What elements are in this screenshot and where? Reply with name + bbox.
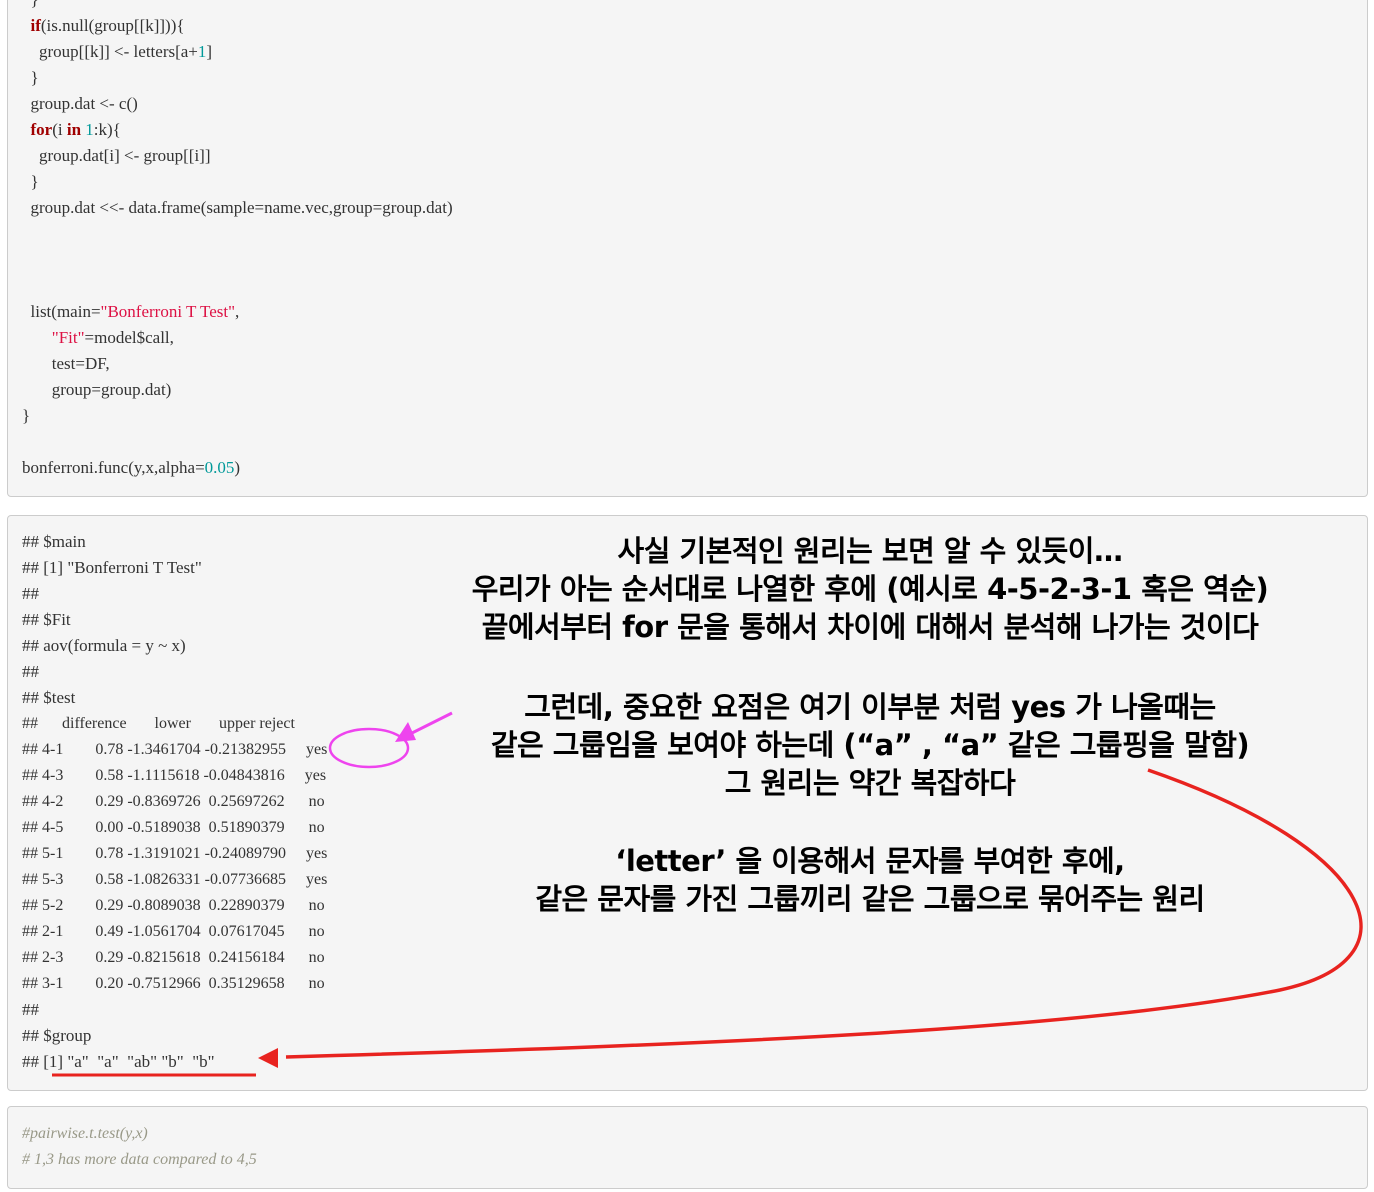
- code-text: ): [234, 458, 241, 477]
- code-line: if(is.null(group[[k]])){: [22, 16, 185, 36]
- code-line: "Fit"=model$call,: [22, 328, 174, 348]
- code-text: :k){: [93, 120, 121, 139]
- string-literal: "Fit": [51, 328, 85, 347]
- table-row: ## 4-1 0.78 -1.3461704 -0.21382955 yes: [22, 741, 328, 758]
- code-line: bonferroni.func(y,x,alpha=0.05): [22, 458, 240, 478]
- keyword: in: [66, 120, 82, 139]
- output-line: ##: [22, 1000, 39, 1019]
- code-text: bonferroni.func(y,x,alpha=: [22, 458, 205, 477]
- comment-line: # 1,3 has more data compared to 4,5: [22, 1151, 257, 1168]
- annotation-line: 사실 기본적인 원리는 보면 알 수 있듯이…: [617, 534, 1123, 568]
- number-literal: 1: [85, 120, 94, 139]
- output-line: ## aov(formula = y ~ x): [22, 636, 186, 655]
- keyword: if: [30, 16, 41, 35]
- output-line: ##: [22, 662, 39, 681]
- table-header: ## difference lower upper reject: [22, 715, 295, 732]
- code-line: }: [22, 68, 39, 87]
- output-line: ## [1] "Bonferroni T Test": [22, 558, 202, 577]
- annotation-line: 그 원리는 약간 복잡하다: [724, 766, 1016, 800]
- annotation-line: 끝에서부터 for 문을 통해서 차이에 대해서 분석해 나가는 것이다: [481, 610, 1259, 644]
- output-line: ## $group: [22, 1026, 92, 1045]
- code-line: for(i in 1:k){: [22, 120, 121, 140]
- code-line: }: [22, 406, 31, 425]
- code-line: group=group.dat): [22, 380, 172, 399]
- code-text: ,: [235, 302, 240, 321]
- code-line: list(main="Bonferroni T Test",: [22, 302, 240, 322]
- comment-line: #pairwise.t.test(y,x): [22, 1125, 148, 1142]
- code-line: group.dat <<- data.frame(sample=name.vec…: [22, 198, 453, 217]
- code-text: list(main=: [22, 302, 101, 321]
- annotation-paragraph-2: 그런데, 중요한 요점은 여기 이부분 처럼 yes 가 나올때는 같은 그룹임…: [380, 688, 1360, 802]
- table-row: ## 5-3 0.58 -1.0826331 -0.07736685 yes: [22, 871, 328, 888]
- code-line: group[[k]] <- letters[a+1]: [22, 42, 212, 62]
- annotation-line: 같은 그룹임을 보여야 하는데 (“a” , “a” 같은 그룹핑을 말함): [490, 728, 1250, 762]
- code-line: group.dat <- c(): [22, 94, 138, 113]
- code-text: =model$call,: [84, 328, 174, 347]
- table-row: ## 5-1 0.78 -1.3191021 -0.24089790 yes: [22, 845, 328, 862]
- group-result-line: ## [1] "a" "a" "ab" "b" "b": [22, 1052, 215, 1071]
- code-text: (i: [52, 120, 67, 139]
- code-text: group[[k]] <- letters[a+: [22, 42, 198, 61]
- code-block-1: [7, 0, 1368, 497]
- table-row: ## 4-2 0.29 -0.8369726 0.25697262 no: [22, 793, 325, 810]
- annotation-line: 같은 문자를 가진 그룹끼리 같은 그룹으로 묶어주는 원리: [535, 882, 1205, 916]
- table-row: ## 4-5 0.00 -0.5189038 0.51890379 no: [22, 819, 325, 836]
- code-text: ]: [206, 42, 213, 61]
- number-literal: 0.05: [204, 458, 235, 477]
- code-text: (is.null(group[[k]])){: [40, 16, 185, 35]
- annotation-paragraph-3: ‘letter’ 을 이용해서 문자를 부여한 후에, 같은 문자를 가진 그룹…: [380, 842, 1360, 918]
- output-line: ##: [22, 584, 39, 603]
- annotation-line: ‘letter’ 을 이용해서 문자를 부여한 후에,: [615, 844, 1125, 878]
- table-row: ## 4-3 0.58 -1.1115618 -0.04843816 yes: [22, 767, 327, 784]
- output-line: ## $Fit: [22, 610, 71, 629]
- table-row: ## 3-1 0.20 -0.7512966 0.35129658 no: [22, 975, 325, 992]
- string-literal: "Bonferroni T Test": [100, 302, 236, 321]
- table-row: ## 5-2 0.29 -0.8089038 0.22890379 no: [22, 897, 325, 914]
- code-line: test=DF,: [22, 354, 110, 373]
- output-line: ## $test: [22, 688, 76, 707]
- table-row: ## 2-1 0.49 -1.0561704 0.07617045 no: [22, 923, 325, 940]
- code-line: }: [22, 0, 39, 10]
- keyword: for: [30, 120, 53, 139]
- annotation-line: 그런데, 중요한 요점은 여기 이부분 처럼 yes 가 나올때는: [524, 690, 1216, 724]
- code-line: }: [22, 172, 39, 191]
- table-row: ## 2-3 0.29 -0.8215618 0.24156184 no: [22, 949, 325, 966]
- annotation-paragraph-1: 사실 기본적인 원리는 보면 알 수 있듯이… 우리가 아는 순서대로 나열한 …: [380, 532, 1360, 646]
- output-line: ## $main: [22, 532, 86, 551]
- code-line: group.dat[i] <- group[[i]]: [22, 146, 211, 165]
- comment-block: [7, 1106, 1368, 1189]
- annotation-line: 우리가 아는 순서대로 나열한 후에 (예시로 4-5-2-3-1 혹은 역순): [471, 572, 1269, 606]
